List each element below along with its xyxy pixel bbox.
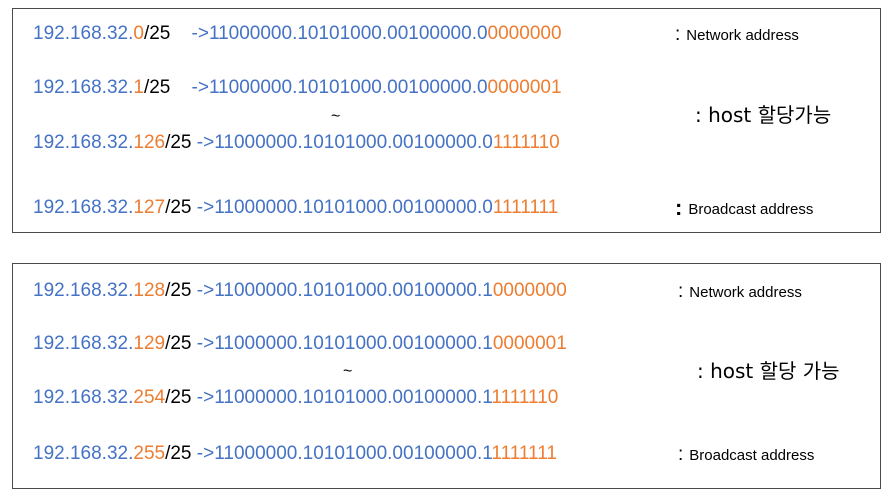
cidr: /25 (165, 333, 192, 354)
binary-network-part: 11000000.10101000.00100000.0 (214, 197, 493, 218)
ip-prefix: 192.168.32. (33, 77, 134, 98)
binary-network-part: 11000000.10101000.00100000.0 (214, 132, 493, 153)
address-row: 192.168.32.255/25 ->11000000.10101000.00… (33, 443, 557, 465)
arrow: -> (196, 132, 215, 153)
binary-host-part: 0000001 (492, 333, 567, 354)
ip-prefix: 192.168.32. (33, 443, 134, 464)
binary-network-part: 11000000.10101000.00100000.0 (208, 23, 488, 44)
ip-prefix: 192.168.32. (33, 387, 134, 408)
address-row: 192.168.32.127/25 ->11000000.10101000.00… (33, 197, 558, 219)
ip-prefix: 192.168.32. (33, 197, 134, 218)
address-row: 192.168.32.129/25 ->11000000.10101000.00… (33, 333, 567, 355)
binary-network-part: 11000000.10101000.00100000.1 (214, 387, 492, 408)
binary-network-part: 11000000.10101000.00100000.0 (208, 77, 488, 98)
binary-network-part: 11000000.10101000.00100000.1 (214, 333, 493, 354)
ip-prefix: 192.168.32. (33, 23, 134, 44)
row-note: : Network address (678, 281, 802, 302)
binary-host-part: 1111111 (492, 197, 559, 218)
subnet-block-2: 192.168.32.128/25 ->11000000.10101000.00… (12, 263, 881, 489)
range-tilde: ~ (343, 363, 353, 380)
ip-host-part: 126 (133, 132, 166, 153)
cidr: /25 (165, 197, 192, 218)
arrow: -> (196, 197, 215, 218)
arrow: -> (196, 280, 215, 301)
cidr: /25 (165, 280, 192, 301)
ip-host-part: 128 (133, 280, 166, 301)
row-note: : Broadcast address (678, 444, 815, 465)
address-row: 192.168.32.128/25 ->11000000.10101000.00… (33, 280, 567, 302)
arrow: -> (196, 387, 215, 408)
address-row: 192.168.32.126/25 ->11000000.10101000.00… (33, 132, 560, 154)
ip-host-part: 255 (133, 443, 166, 464)
binary-host-part: 1111111 (491, 443, 557, 464)
cidr: /25 (143, 77, 171, 98)
ip-host-part: 0 (133, 23, 144, 44)
cidr: /25 (165, 132, 192, 153)
row-note: : Broadcast address (675, 195, 814, 220)
binary-network-part: 11000000.10101000.00100000.1 (214, 280, 493, 301)
arrow: -> (191, 77, 209, 98)
arrow: -> (196, 443, 215, 464)
address-row: 192.168.32.1/25 ->11000000.10101000.0010… (33, 77, 562, 99)
binary-network-part: 11000000.10101000.00100000.1 (214, 443, 492, 464)
arrow: -> (191, 23, 209, 44)
binary-host-part: 0000001 (487, 77, 562, 98)
binary-host-part: 0000000 (492, 280, 567, 301)
ip-host-part: 1 (133, 77, 144, 98)
binary-host-part: 1111110 (491, 387, 559, 408)
ip-prefix: 192.168.32. (33, 333, 134, 354)
ip-host-part: 254 (133, 387, 166, 408)
binary-host-part: 1111110 (492, 132, 560, 153)
cidr: /25 (143, 23, 171, 44)
arrow: -> (196, 333, 215, 354)
ip-host-part: 127 (133, 197, 166, 218)
ip-prefix: 192.168.32. (33, 132, 134, 153)
ip-host-part: 129 (133, 333, 166, 354)
binary-host-part: 0000000 (487, 23, 562, 44)
host-assignable-note: : host 할당 가능 (697, 359, 840, 383)
host-assignable-note: : host 할당가능 (695, 103, 832, 127)
cidr: /25 (165, 387, 192, 408)
address-row: 192.168.32.254/25 ->11000000.10101000.00… (33, 387, 558, 409)
row-note: : Network address (675, 24, 799, 45)
address-row: 192.168.32.0/25 ->11000000.10101000.0010… (33, 23, 562, 45)
ip-prefix: 192.168.32. (33, 280, 134, 301)
range-tilde: ~ (331, 108, 341, 125)
subnet-block-1: 192.168.32.0/25 ->11000000.10101000.0010… (12, 8, 881, 233)
cidr: /25 (165, 443, 192, 464)
